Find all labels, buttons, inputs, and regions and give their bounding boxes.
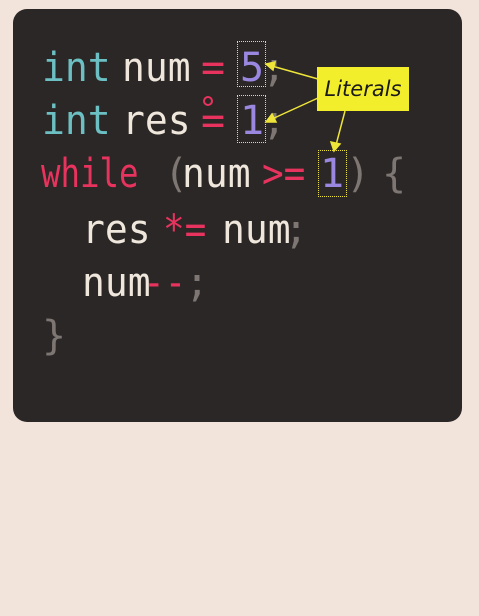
- arrowhead: [264, 61, 277, 72]
- arrow-line: [335, 110, 346, 146]
- literals-label: Literals: [317, 67, 409, 111]
- arrowhead: [264, 112, 278, 123]
- cursor-marker: [203, 96, 213, 106]
- arrow-line: [271, 97, 319, 120]
- arrow-line: [271, 65, 319, 80]
- arrowhead: [329, 140, 342, 153]
- annotation-arrows: [203, 61, 346, 153]
